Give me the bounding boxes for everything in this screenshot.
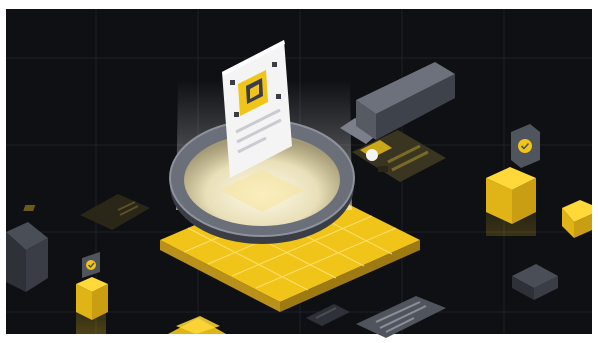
hero-illustration — [0, 0, 598, 343]
checkmark-badge-icon — [511, 124, 540, 168]
isometric-scene — [0, 0, 598, 343]
